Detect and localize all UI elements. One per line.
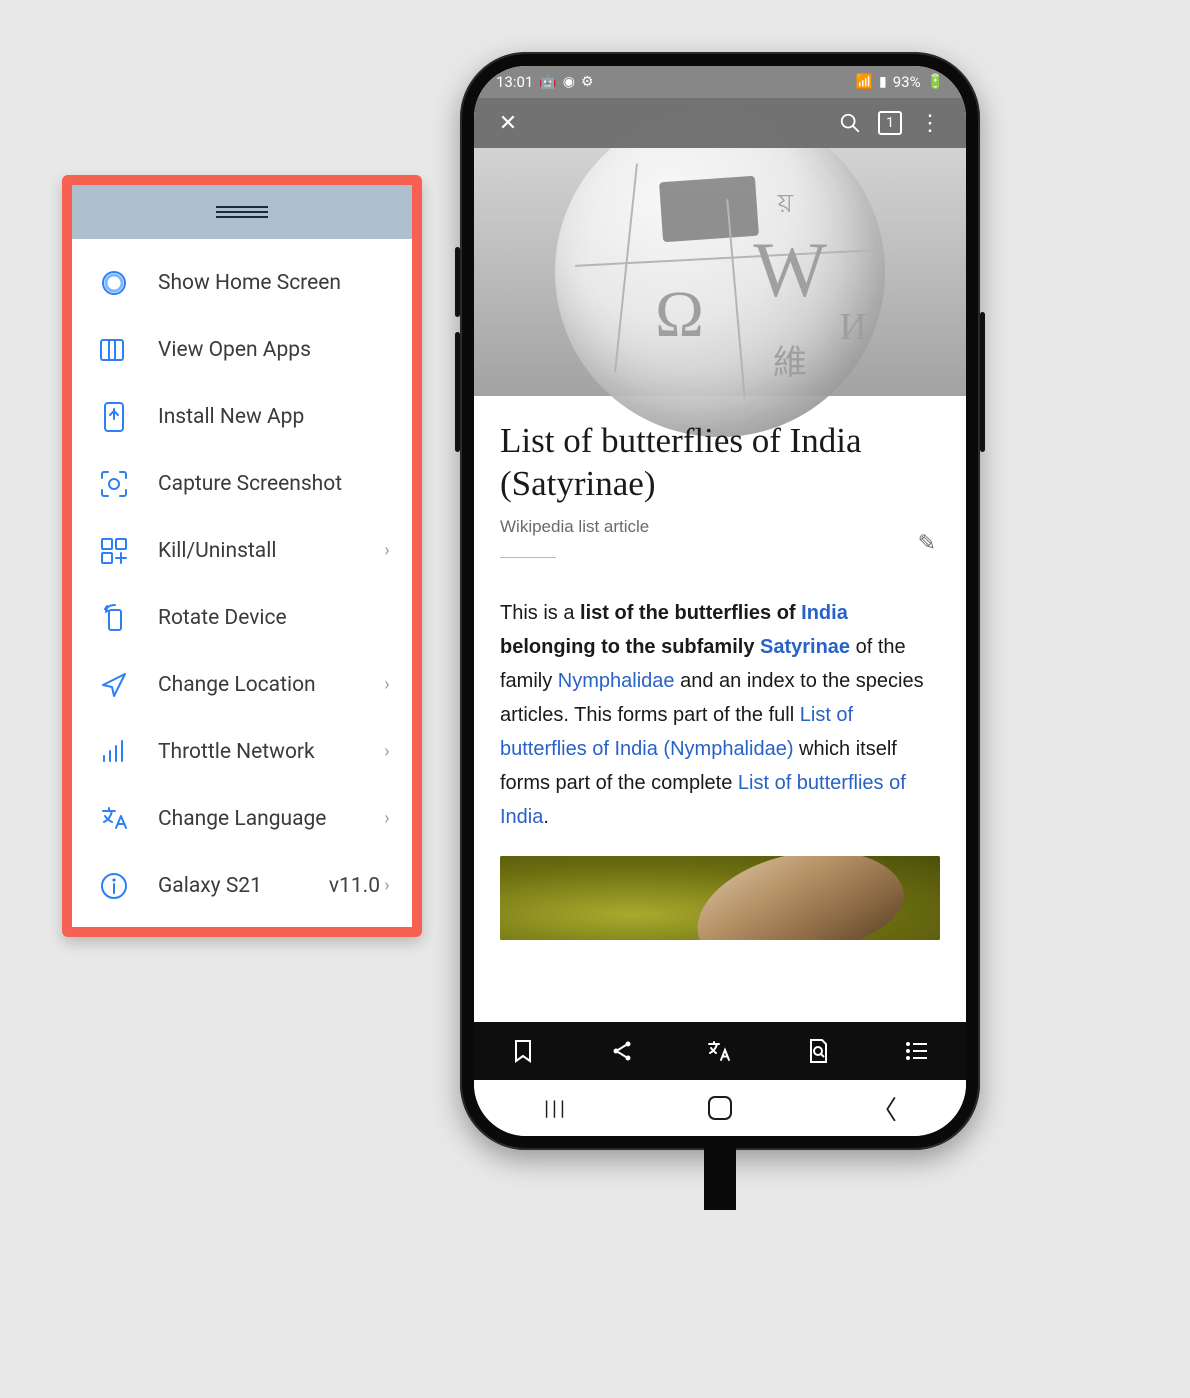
- menu-item-label: Change Language: [158, 807, 380, 831]
- tab-counter[interactable]: 1: [878, 111, 902, 135]
- panel-menu-list: Show Home Screen View Open Apps Install …: [72, 239, 412, 927]
- link-satyrinae[interactable]: Satyrinae: [760, 636, 850, 658]
- install-app-icon: [94, 397, 134, 437]
- network-bars-icon: [94, 732, 134, 772]
- body-text: This is a: [500, 602, 580, 624]
- chevron-right-icon: ›: [380, 875, 394, 896]
- swirl-icon: ◉: [563, 74, 575, 90]
- menu-throttle-network[interactable]: Throttle Network ›: [72, 718, 412, 785]
- edit-icon[interactable]: ✎: [918, 530, 936, 556]
- article-thumbnail[interactable]: [500, 856, 940, 940]
- chevron-right-icon: ›: [380, 808, 394, 829]
- gear-icon: ⚙: [581, 74, 594, 90]
- chevron-right-icon: ›: [380, 741, 394, 762]
- location-icon: [94, 665, 134, 705]
- article-subtitle: Wikipedia list article: [500, 517, 940, 537]
- body-text: belonging to the subfamily: [500, 636, 760, 658]
- menu-view-open-apps[interactable]: View Open Apps: [72, 316, 412, 383]
- contents-icon[interactable]: [893, 1027, 941, 1075]
- android-nav-bar: ||| 〈: [474, 1080, 966, 1136]
- device-version-label: v11.0: [329, 874, 380, 898]
- menu-install-new-app[interactable]: Install New App: [72, 383, 412, 450]
- signal-icon: ▮: [879, 74, 887, 90]
- article-content: List of butterflies of India (Satyrinae)…: [474, 396, 966, 1022]
- menu-item-label: Capture Screenshot: [158, 472, 394, 496]
- menu-device-info[interactable]: Galaxy S21 v11.0 ›: [72, 852, 412, 919]
- overflow-menu-icon[interactable]: ⋮: [912, 105, 948, 141]
- share-icon[interactable]: [598, 1027, 646, 1075]
- back-button[interactable]: 〈: [844, 1090, 924, 1126]
- menu-item-label: Rotate Device: [158, 606, 394, 630]
- rotate-icon: [94, 598, 134, 638]
- chevron-right-icon: ›: [380, 540, 394, 561]
- menu-change-language[interactable]: Change Language ›: [72, 785, 412, 852]
- device-screen: 13:01 🤖 ◉ ⚙ 📶 ▮ 93% 🔋 ✕ 1 ⋮: [474, 66, 966, 1136]
- info-icon: [94, 866, 134, 906]
- close-icon[interactable]: ✕: [490, 105, 526, 141]
- wikipedia-globe-icon: W Ω 維 И য়: [555, 107, 885, 437]
- body-text: list of the butterflies of: [580, 602, 801, 624]
- device-frame: 13:01 🤖 ◉ ⚙ 📶 ▮ 93% 🔋 ✕ 1 ⋮: [460, 52, 980, 1150]
- battery-charging-icon: 🔋: [927, 74, 944, 90]
- menu-item-label: View Open Apps: [158, 338, 394, 362]
- volume-up-button[interactable]: [455, 247, 460, 317]
- search-icon[interactable]: [832, 105, 868, 141]
- volume-down-button[interactable]: [455, 332, 460, 452]
- menu-item-label: Throttle Network: [158, 740, 380, 764]
- android-status-bar: 13:01 🤖 ◉ ⚙ 📶 ▮ 93% 🔋: [474, 66, 966, 98]
- home-button[interactable]: [680, 1090, 760, 1126]
- circle-home-icon: [94, 263, 134, 303]
- menu-item-label: Kill/Uninstall: [158, 539, 380, 563]
- bookmark-icon[interactable]: [499, 1027, 547, 1075]
- status-battery: 93%: [893, 73, 921, 91]
- device-name-label: Galaxy S21: [158, 874, 325, 898]
- body-text: .: [543, 806, 549, 828]
- find-in-page-icon[interactable]: [794, 1027, 842, 1075]
- android-icon: 🤖: [539, 74, 556, 90]
- capture-icon: [94, 464, 134, 504]
- usb-cable: [704, 1140, 736, 1210]
- browser-toolbar: ✕ 1 ⋮: [474, 98, 966, 148]
- recents-button[interactable]: |||: [516, 1090, 596, 1126]
- menu-capture-screenshot[interactable]: Capture Screenshot: [72, 450, 412, 517]
- menu-kill-uninstall[interactable]: Kill/Uninstall ›: [72, 517, 412, 584]
- panel-drag-handle[interactable]: [72, 185, 412, 239]
- menu-rotate-device[interactable]: Rotate Device: [72, 584, 412, 651]
- menu-show-home-screen[interactable]: Show Home Screen: [72, 249, 412, 316]
- menu-item-label: Show Home Screen: [158, 271, 394, 295]
- recent-apps-icon: [94, 330, 134, 370]
- translate-icon: [94, 799, 134, 839]
- link-india[interactable]: India: [801, 602, 848, 624]
- article-title: List of butterflies of India (Satyrinae): [500, 420, 940, 505]
- apps-grid-icon: [94, 531, 134, 571]
- divider: [500, 557, 556, 558]
- wikipedia-bottom-bar: [474, 1022, 966, 1080]
- status-time: 13:01: [496, 73, 533, 91]
- menu-change-location[interactable]: Change Location ›: [72, 651, 412, 718]
- article-body: This is a list of the butterflies of Ind…: [500, 596, 940, 834]
- translate-icon[interactable]: [696, 1027, 744, 1075]
- menu-item-label: Change Location: [158, 673, 380, 697]
- wifi-icon: 📶: [856, 74, 873, 90]
- chevron-right-icon: ›: [380, 674, 394, 695]
- power-button[interactable]: [980, 312, 985, 452]
- menu-item-label: Install New App: [158, 405, 394, 429]
- device-control-panel: Show Home Screen View Open Apps Install …: [62, 175, 422, 937]
- link-nymphalidae[interactable]: Nymphalidae: [558, 670, 675, 692]
